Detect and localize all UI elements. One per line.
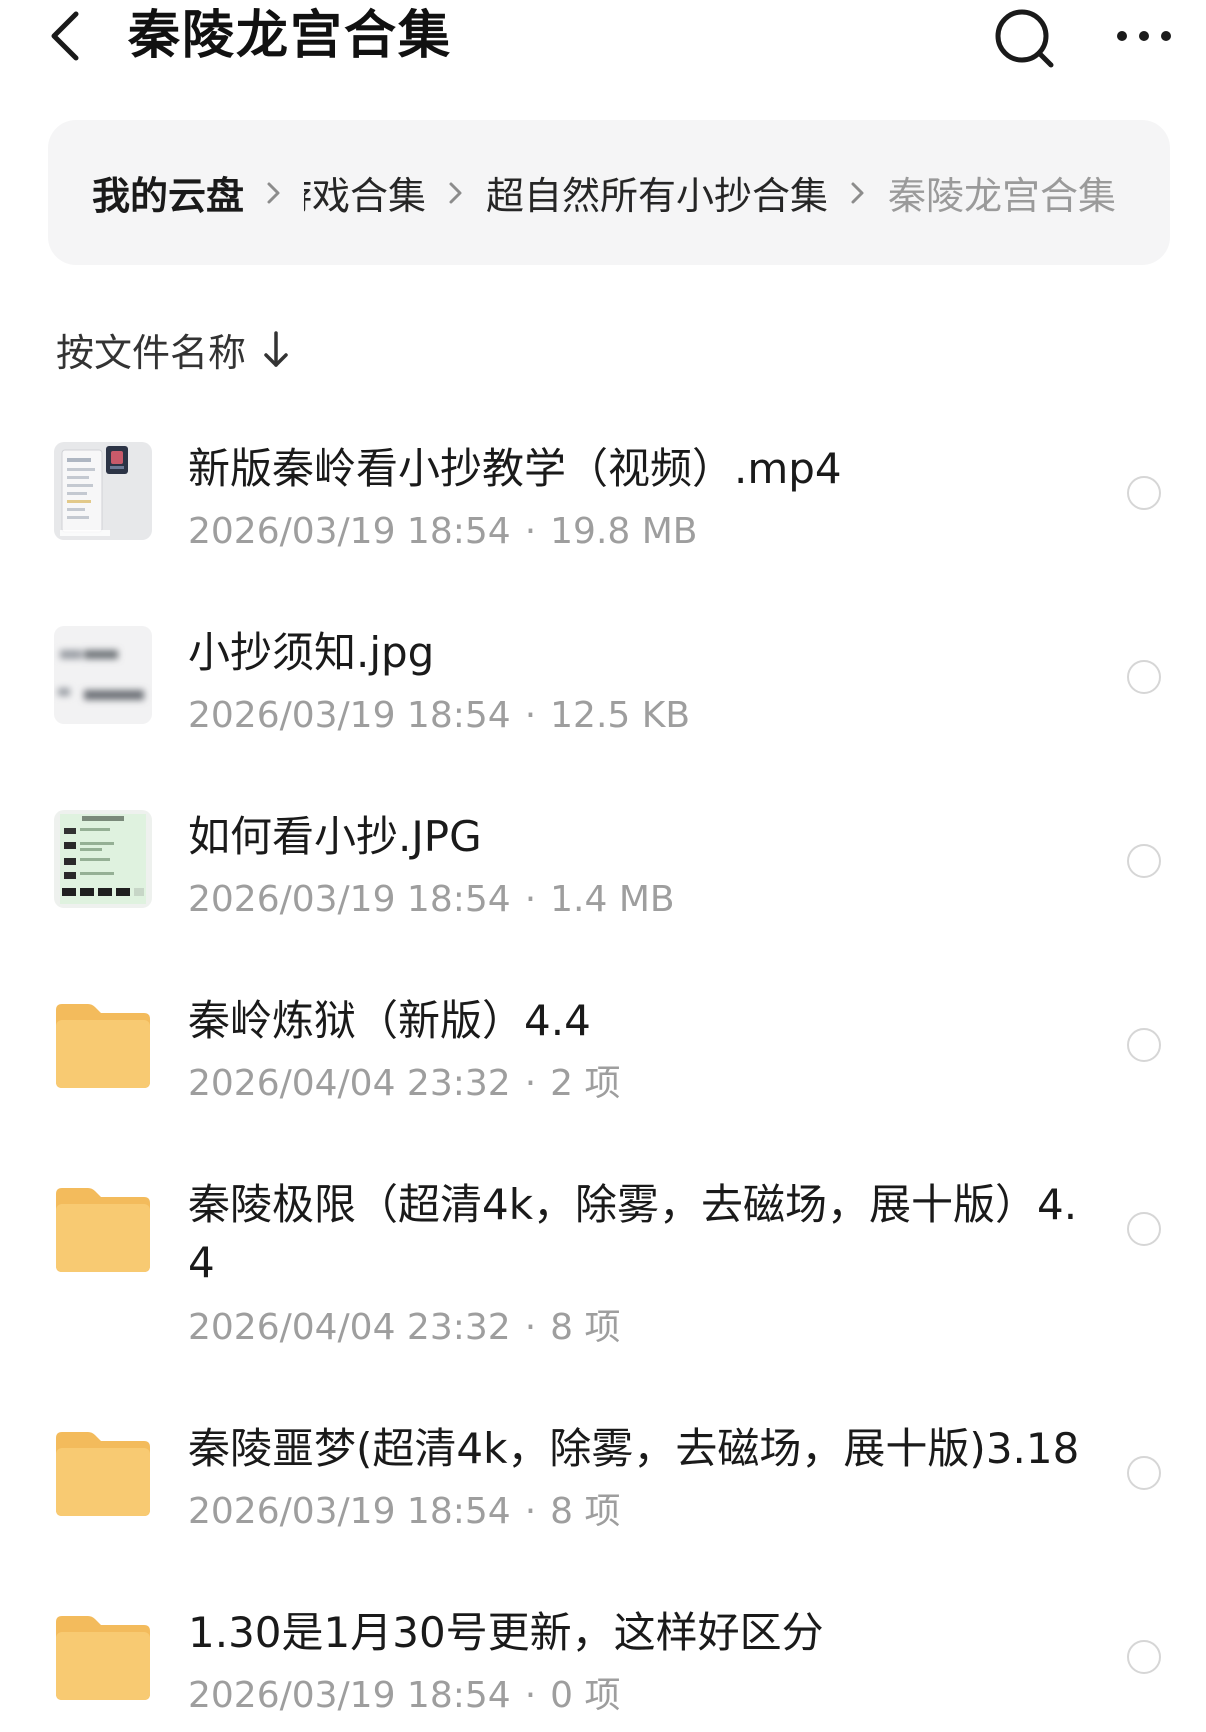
- folder-icon: [54, 994, 152, 1092]
- folder-count: 8 项: [550, 1491, 621, 1532]
- separator-dot: ·: [524, 1675, 537, 1716]
- folder-row[interactable]: 秦陵噩梦(超清4k，除雾，去磁场，展十版)3.18 2026/03/19 18:…: [0, 1410, 1206, 1560]
- file-name: 新版秦岭看小抄教学（视频）.mp4: [188, 444, 842, 493]
- select-circle[interactable]: [1127, 1456, 1161, 1490]
- file-meta: 2026/03/19 18:54 · 19.8 MB: [188, 508, 698, 556]
- folder-meta: 2026/04/04 23:32 · 8 项: [188, 1304, 621, 1352]
- folder-row[interactable]: 秦陵极限（超清4k，除雾，去磁场，展十版）4.4 2026/04/04 23:3…: [0, 1166, 1206, 1376]
- chevron-right-icon: [851, 182, 864, 203]
- folder-row[interactable]: 秦岭炼狱（新版）4.4 2026/04/04 23:32 · 2 项: [0, 982, 1206, 1132]
- folder-count: 0 项: [550, 1675, 621, 1716]
- chevron-right-icon: [449, 182, 462, 203]
- folder-meta: 2026/03/19 18:54 · 8 项: [188, 1488, 621, 1536]
- image-thumbnail: [54, 626, 152, 724]
- separator-dot: ·: [524, 511, 537, 552]
- image-thumbnail: [54, 810, 152, 908]
- file-size: 19.8 MB: [550, 511, 698, 552]
- folder-name: 秦陵极限（超清4k，除雾，去磁场，展十版）4.4: [188, 1180, 1078, 1287]
- folder-icon: [54, 1178, 152, 1276]
- breadcrumb-item-my-drive[interactable]: 我的云盘: [92, 165, 244, 220]
- select-circle[interactable]: [1127, 660, 1161, 694]
- separator-dot: ·: [524, 1491, 537, 1532]
- select-circle[interactable]: [1127, 1212, 1161, 1246]
- separator-dot: ·: [524, 1063, 537, 1104]
- folder-name: 秦陵噩梦(超清4k，除雾，去磁场，展十版)3.18: [188, 1424, 1080, 1473]
- file-date: 2026/03/19 18:54: [188, 695, 511, 736]
- file-meta: 2026/03/19 18:54 · 12.5 KB: [188, 692, 690, 740]
- breadcrumb-track: 我的云盘 游戏合集 超自然所有小抄合集 秦陵龙宫合集: [92, 120, 1116, 265]
- file-meta: 2026/03/19 18:54 · 1.4 MB: [188, 876, 675, 924]
- search-button[interactable]: [990, 4, 1060, 74]
- file-name: 小抄须知.jpg: [188, 628, 435, 677]
- breadcrumb-item-supernatural[interactable]: 超自然所有小抄合集: [486, 165, 828, 220]
- back-button[interactable]: [44, 4, 92, 68]
- folder-name: 1.30是1月30号更新，这样好区分: [188, 1608, 824, 1657]
- folder-icon: [54, 1606, 152, 1704]
- separator-dot: ·: [524, 879, 537, 920]
- file-row[interactable]: 小抄须知.jpg 2026/03/19 18:54 · 12.5 KB: [0, 614, 1206, 764]
- breadcrumb-item-games[interactable]: 游戏合集: [304, 165, 426, 220]
- select-circle[interactable]: [1127, 476, 1161, 510]
- chevron-right-icon: [267, 182, 280, 203]
- more-horizontal-icon: [1117, 31, 1171, 41]
- folder-name: 秦岭炼狱（新版）4.4: [188, 996, 591, 1045]
- sort-button[interactable]: 按文件名称: [56, 322, 294, 376]
- search-icon: [995, 9, 1054, 68]
- arrow-down-icon: [264, 331, 288, 367]
- file-size: 1.4 MB: [550, 879, 675, 920]
- breadcrumb-item-current: 秦陵龙宫合集: [888, 174, 1117, 218]
- top-bar: 秦陵龙宫合集: [0, 0, 1206, 80]
- chevron-left-icon: [51, 11, 79, 61]
- file-name: 如何看小抄.JPG: [188, 812, 482, 861]
- folder-row[interactable]: 1.30是1月30号更新，这样好区分 2026/03/19 18:54 · 0 项: [0, 1594, 1206, 1732]
- separator-dot: ·: [524, 695, 537, 736]
- breadcrumb: 我的云盘 游戏合集 超自然所有小抄合集 秦陵龙宫合集: [48, 120, 1170, 265]
- file-row[interactable]: 新版秦岭看小抄教学（视频）.mp4 2026/03/19 18:54 · 19.8 …: [0, 430, 1206, 580]
- folder-date: 2026/04/04 23:32: [188, 1063, 511, 1104]
- folder-date: 2026/03/19 18:54: [188, 1675, 511, 1716]
- separator-dot: ·: [524, 1307, 537, 1348]
- file-size: 12.5 KB: [550, 695, 691, 736]
- folder-date: 2026/03/19 18:54: [188, 1491, 511, 1532]
- video-thumbnail: [54, 442, 152, 540]
- sort-label: 按文件名称: [56, 330, 247, 375]
- select-circle[interactable]: [1127, 844, 1161, 878]
- folder-count: 8 项: [550, 1307, 621, 1348]
- more-button[interactable]: [1112, 12, 1176, 60]
- file-date: 2026/03/19 18:54: [188, 511, 511, 552]
- folder-icon: [54, 1422, 152, 1520]
- folder-meta: 2026/04/04 23:32 · 2 项: [188, 1060, 621, 1108]
- page-title: 秦陵龙宫合集: [128, 6, 453, 66]
- select-circle[interactable]: [1127, 1028, 1161, 1062]
- folder-date: 2026/04/04 23:32: [188, 1307, 511, 1348]
- folder-meta: 2026/03/19 18:54 · 0 项: [188, 1672, 621, 1720]
- select-circle[interactable]: [1127, 1640, 1161, 1674]
- folder-count: 2 项: [550, 1063, 621, 1104]
- file-date: 2026/03/19 18:54: [188, 879, 511, 920]
- file-row[interactable]: 如何看小抄.JPG 2026/03/19 18:54 · 1.4 MB: [0, 798, 1206, 948]
